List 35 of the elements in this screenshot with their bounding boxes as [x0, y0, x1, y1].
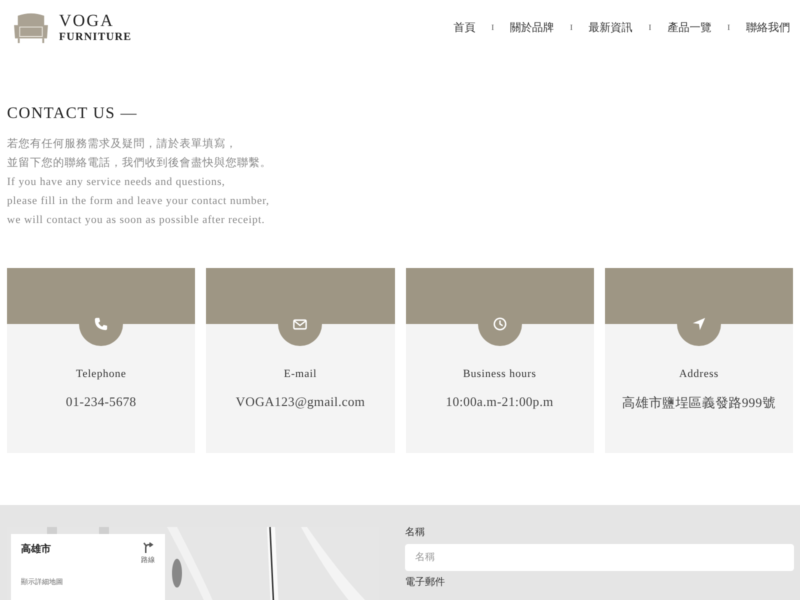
nav-separator: I: [648, 23, 652, 32]
nav-link[interactable]: 聯絡我們: [746, 20, 790, 35]
card-title: Telephone: [76, 368, 126, 380]
directions-icon: [142, 542, 154, 553]
intro-text: 若您有任何服務需求及疑問，請於表單填寫，: [7, 136, 238, 152]
card-value: 高雄市鹽埕區義發路999號: [622, 394, 776, 412]
card-title: E-mail: [284, 368, 317, 380]
card-value: 10:00a.m-21:00p.m: [446, 394, 554, 410]
section-title: CONTACT US —: [7, 105, 138, 123]
field-label: 名稱: [405, 527, 426, 539]
nav-link[interactable]: 關於品牌: [510, 20, 554, 35]
brand-name: VOGA: [59, 12, 116, 29]
intro-text: please fill in the form and leave your contact number,: [7, 194, 270, 209]
envelope-icon: [293, 318, 308, 330]
intro-text: If you have any service needs and questions,: [7, 175, 226, 190]
nav-separator: I: [491, 23, 494, 32]
clock-icon: [492, 317, 507, 331]
nav-link[interactable]: 最新資訊: [588, 20, 633, 35]
armchair-icon: [12, 12, 50, 44]
nav-link[interactable]: 產品一覽: [667, 20, 712, 35]
card-title: Business hours: [462, 368, 536, 380]
navigation-arrow-icon: [692, 317, 706, 331]
brand-subtitle: FURNITURE: [59, 32, 132, 43]
phone-icon: [94, 317, 108, 331]
card-value: 01-234-5678: [66, 394, 136, 410]
card-value: VOGA123@gmail.com: [236, 394, 366, 410]
input-field[interactable]: 名稱: [405, 544, 794, 571]
nav-separator: I: [570, 23, 573, 32]
intro-text: 並留下您的聯絡電話，我們收到後會盡快與您聯繫。: [7, 156, 272, 171]
field-label: 電子郵件: [405, 577, 446, 589]
card-title: Address: [679, 368, 719, 380]
place-name: 高雄市: [21, 542, 51, 556]
intro-text: we will contact you as soon as possible after receipt.: [7, 213, 266, 228]
nav-separator: I: [727, 23, 730, 32]
nav-link[interactable]: 首頁: [453, 20, 476, 35]
